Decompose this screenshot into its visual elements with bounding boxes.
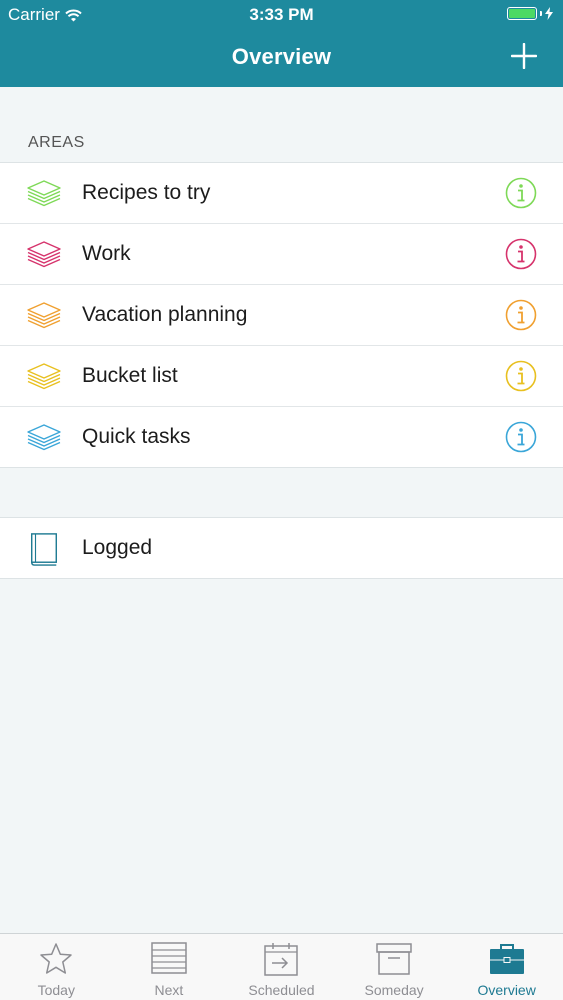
area-label: Bucket list — [82, 364, 178, 387]
list-icon — [151, 942, 187, 974]
area-label: Vacation planning — [82, 303, 248, 326]
status-bar: Carrier 3:33 PM — [0, 0, 563, 28]
info-icon[interactable] — [505, 177, 537, 209]
tab-next[interactable]: Next — [113, 934, 226, 1000]
book-icon — [31, 533, 57, 566]
battery-icon — [507, 7, 537, 20]
area-row-work[interactable]: Work — [0, 224, 563, 285]
tab-label: Today — [37, 982, 75, 998]
stack-icon — [27, 363, 61, 390]
plus-icon[interactable] — [511, 43, 537, 69]
logged-label: Logged — [82, 536, 153, 559]
tab-label: Scheduled — [248, 982, 315, 998]
tab-today[interactable]: Today — [0, 934, 113, 1000]
star-icon — [40, 943, 73, 974]
battery-indicator — [507, 7, 553, 20]
info-icon[interactable] — [505, 360, 537, 392]
tab-label: Next — [154, 982, 184, 998]
logged-list: Logged — [0, 517, 563, 579]
tab-bar: Today Next Scheduled Someday Overview — [0, 933, 563, 1000]
logged-row[interactable]: Logged — [0, 518, 563, 578]
areas-list: Recipes to try Work Vacation planning Bucke… — [0, 162, 563, 468]
stack-icon — [27, 180, 61, 207]
info-icon[interactable] — [505, 421, 537, 453]
nav-bar: Carrier 3:33 PM Overview — [0, 0, 563, 87]
info-icon[interactable] — [505, 238, 537, 270]
area-label: Recipes to try — [82, 181, 211, 204]
section-label-areas: AREAS — [28, 134, 85, 151]
info-icon[interactable] — [505, 299, 537, 331]
archive-icon — [376, 943, 412, 975]
briefcase-icon — [489, 944, 524, 974]
tab-scheduled[interactable]: Scheduled — [225, 934, 338, 1000]
tab-overview[interactable]: Overview — [450, 934, 563, 1000]
charging-bolt-icon — [545, 7, 553, 20]
page-title: Overview — [231, 44, 332, 69]
clock: 3:33 PM — [249, 5, 314, 24]
area-row-recipes-to-try[interactable]: Recipes to try — [0, 163, 563, 224]
stack-icon — [27, 424, 61, 451]
stack-icon — [27, 241, 61, 268]
area-label: Work — [82, 242, 131, 265]
calendar-icon — [264, 943, 299, 976]
area-row-quick-tasks[interactable]: Quick tasks — [0, 407, 563, 467]
tab-label: Someday — [364, 982, 424, 998]
area-row-vacation-planning[interactable]: Vacation planning — [0, 285, 563, 346]
area-row-bucket-list[interactable]: Bucket list — [0, 346, 563, 407]
stack-icon — [27, 302, 61, 329]
tab-someday[interactable]: Someday — [338, 934, 451, 1000]
area-label: Quick tasks — [82, 425, 191, 448]
tab-label: Overview — [477, 982, 536, 998]
